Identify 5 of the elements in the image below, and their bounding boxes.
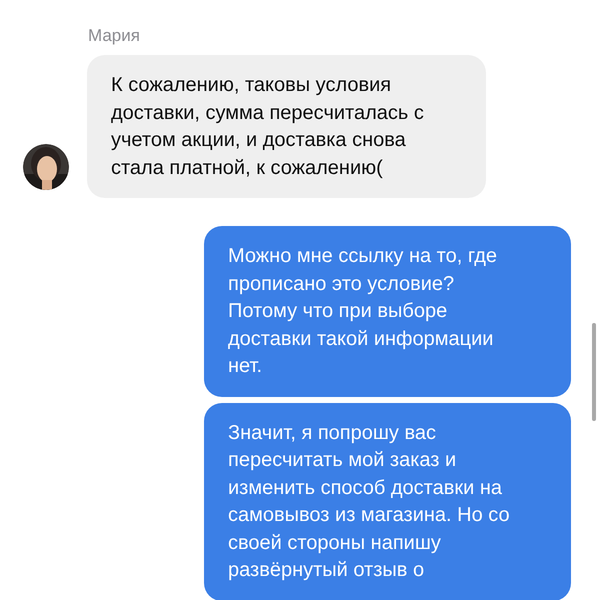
scrollbar[interactable] (592, 323, 596, 421)
message-bubble: К сожалению, таковы условия доставки, сумма пересчиталась с учетом акции, и доставка снова стала платной, к сожалению( (87, 55, 486, 198)
message-bubble: Значит, я попрошу вас пересчитать мой заказ и изменить способ доставки на самовывоз из магазина. Но со своей стороны напишу развёрнутый отзыв о (204, 402, 571, 600)
message-bubble: Можно мне ссылку на то, где прописано это условие? Потому что при выборе доставки такой информации нет. (204, 226, 571, 396)
sender-name: Мария (88, 25, 140, 47)
